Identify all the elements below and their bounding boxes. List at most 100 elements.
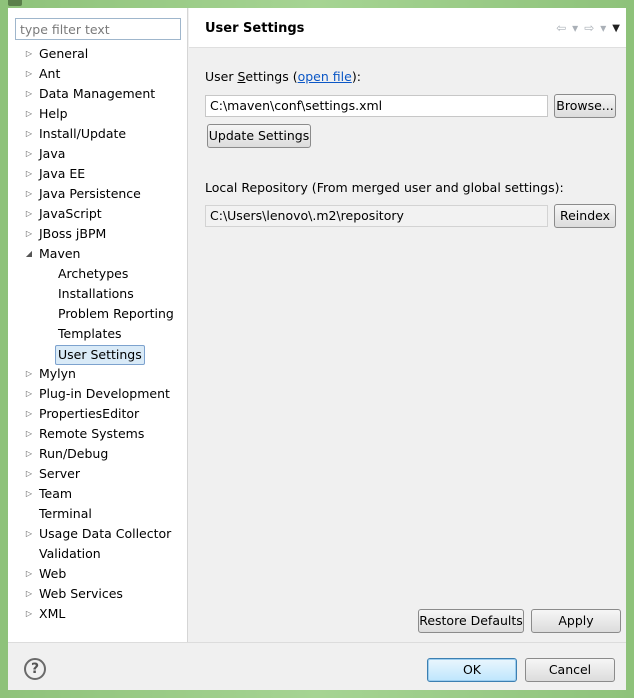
- tree-item[interactable]: ▷ Plug-in Development: [8, 384, 188, 404]
- tree-item-label: Java EE: [39, 166, 86, 181]
- collapsed-arrow-icon[interactable]: ▷: [24, 204, 34, 224]
- tree-item[interactable]: Terminal: [8, 504, 188, 524]
- ok-button[interactable]: OK: [427, 658, 517, 682]
- tree-item[interactable]: ▷ Server: [8, 464, 188, 484]
- tree-item-label: User Settings: [55, 345, 145, 365]
- collapsed-arrow-icon[interactable]: ▷: [24, 384, 34, 404]
- back-arrow-icon[interactable]: ⇦: [556, 21, 566, 35]
- tree-item[interactable]: ▷ Team: [8, 484, 188, 504]
- tree-item[interactable]: ◢ Maven: [8, 244, 188, 264]
- tree-item-label: XML: [39, 606, 66, 621]
- tree-item[interactable]: ▷ Web: [8, 564, 188, 584]
- history-nav: ⇦ ▾ ⇨ ▾ ▼: [556, 20, 620, 36]
- local-repository-path-field: C:\Users\lenovo\.m2\repository: [205, 205, 548, 227]
- tree-item-label: Help: [39, 106, 68, 121]
- collapsed-arrow-icon[interactable]: ▷: [24, 64, 34, 84]
- collapsed-arrow-icon[interactable]: ▷: [24, 564, 34, 584]
- tree-item[interactable]: ▷ Java EE: [8, 164, 188, 184]
- tree-item[interactable]: User Settings: [8, 344, 188, 365]
- collapsed-arrow-icon[interactable]: ▷: [24, 124, 34, 144]
- tree-item-label: General: [39, 46, 89, 61]
- collapsed-arrow-icon[interactable]: ▷: [24, 104, 34, 124]
- tree-item[interactable]: ▷ Ant: [8, 64, 188, 84]
- tree-item-label: Team: [39, 486, 73, 501]
- tree-item[interactable]: ▷ PropertiesEditor: [8, 404, 188, 424]
- forward-arrow-icon[interactable]: ⇨: [584, 21, 594, 35]
- tree-item-label: Installations: [58, 286, 134, 301]
- collapsed-arrow-icon[interactable]: ▷: [24, 84, 34, 104]
- collapsed-arrow-icon[interactable]: ▷: [24, 484, 34, 504]
- tree-item-label: Plug-in Development: [39, 386, 170, 401]
- tree-item[interactable]: ▷ JavaScript: [8, 204, 188, 224]
- cancel-button[interactable]: Cancel: [525, 658, 615, 682]
- back-dropdown-icon[interactable]: ▾: [572, 21, 578, 35]
- user-settings-label-rest: ettings (: [245, 69, 298, 84]
- collapsed-arrow-icon[interactable]: ▷: [24, 44, 34, 64]
- collapsed-arrow-icon[interactable]: ▷: [24, 584, 34, 604]
- tree-item-label: Terminal: [39, 506, 92, 521]
- apply-button[interactable]: Apply: [531, 609, 621, 633]
- user-settings-label-prefix: User: [205, 69, 238, 84]
- expanded-arrow-icon[interactable]: ◢: [24, 244, 34, 264]
- tree-item[interactable]: ▷ Usage Data Collector: [8, 524, 188, 544]
- tree-item[interactable]: ▷ JBoss jBPM: [8, 224, 188, 244]
- tree-item[interactable]: Validation: [8, 544, 188, 564]
- tree-item[interactable]: ▷ General: [8, 44, 188, 64]
- collapsed-arrow-icon[interactable]: ▷: [24, 444, 34, 464]
- tree-item-label: PropertiesEditor: [39, 406, 140, 421]
- collapsed-arrow-icon[interactable]: ▷: [24, 604, 34, 624]
- tree-item-label: Mylyn: [39, 366, 76, 381]
- collapsed-arrow-icon[interactable]: ▷: [24, 404, 34, 424]
- tree-item[interactable]: ▷ XML: [8, 604, 188, 624]
- tree-item-label: Usage Data Collector: [39, 526, 172, 541]
- collapsed-arrow-icon[interactable]: ▷: [24, 364, 34, 384]
- help-icon[interactable]: ?: [24, 658, 46, 680]
- tree-item[interactable]: ▷ Install/Update: [8, 124, 188, 144]
- preferences-tree: ▷ General ▷ Ant ▷ Data Management ▷ Help ▷ Instal…: [8, 44, 188, 624]
- forward-dropdown-icon[interactable]: ▾: [600, 21, 606, 35]
- collapsed-arrow-icon[interactable]: ▷: [24, 464, 34, 484]
- filter-input[interactable]: [16, 19, 180, 39]
- browse-button[interactable]: Browse...: [554, 94, 616, 118]
- tree-item[interactable]: ▷ Remote Systems: [8, 424, 188, 444]
- tree-item[interactable]: ▷ Java Persistence: [8, 184, 188, 204]
- local-repository-label: Local Repository (From merged user and g…: [205, 180, 564, 195]
- collapsed-arrow-icon[interactable]: ▷: [24, 524, 34, 544]
- tree-item[interactable]: ▷ Data Management: [8, 84, 188, 104]
- tree-item-label: Install/Update: [39, 126, 127, 141]
- collapsed-arrow-icon[interactable]: ▷: [24, 224, 34, 244]
- tree-item-label: Web Services: [39, 586, 123, 601]
- tree-item-label: Ant: [39, 66, 61, 81]
- collapsed-arrow-icon[interactable]: ▷: [24, 424, 34, 444]
- tree-item[interactable]: Problem Reporting: [8, 304, 188, 324]
- dialog-button-bar: ? OK Cancel: [8, 642, 626, 690]
- filter-box[interactable]: [15, 18, 181, 40]
- page-title: User Settings: [205, 21, 305, 36]
- tree-item[interactable]: Templates: [8, 324, 188, 344]
- collapsed-arrow-icon[interactable]: ▷: [24, 184, 34, 204]
- tree-item[interactable]: ▷ Web Services: [8, 584, 188, 604]
- tree-item[interactable]: Installations: [8, 284, 188, 304]
- tree-item-label: Remote Systems: [39, 426, 145, 441]
- user-settings-path-field[interactable]: C:\maven\conf\settings.xml: [205, 95, 548, 117]
- tree-item[interactable]: ▷ Java: [8, 144, 188, 164]
- view-menu-icon[interactable]: ▼: [612, 23, 620, 34]
- collapsed-arrow-icon[interactable]: ▷: [24, 164, 34, 184]
- tree-item-label: Archetypes: [58, 266, 129, 281]
- tree-item-label: JavaScript: [39, 206, 102, 221]
- update-settings-button[interactable]: Update Settings: [207, 124, 311, 148]
- tree-item-label: Problem Reporting: [58, 306, 174, 321]
- tree-item[interactable]: ▷ Mylyn: [8, 364, 188, 384]
- tree-item[interactable]: Archetypes: [8, 264, 188, 284]
- reindex-button[interactable]: Reindex: [554, 204, 616, 228]
- collapsed-arrow-icon[interactable]: ▷: [24, 144, 34, 164]
- page-header: User Settings ⇦ ▾ ⇨ ▾ ▼: [189, 8, 626, 48]
- tree-item[interactable]: ▷ Run/Debug: [8, 444, 188, 464]
- restore-defaults-button[interactable]: Restore Defaults: [418, 609, 524, 633]
- tree-item-label: Java: [39, 146, 66, 161]
- open-file-link[interactable]: open file: [298, 69, 352, 84]
- settings-pane: User Settings ⇦ ▾ ⇨ ▾ ▼ User Settings (o…: [189, 8, 626, 642]
- tree-item-label: Maven: [39, 246, 81, 261]
- tree-item-label: Validation: [39, 546, 101, 561]
- tree-item[interactable]: ▷ Help: [8, 104, 188, 124]
